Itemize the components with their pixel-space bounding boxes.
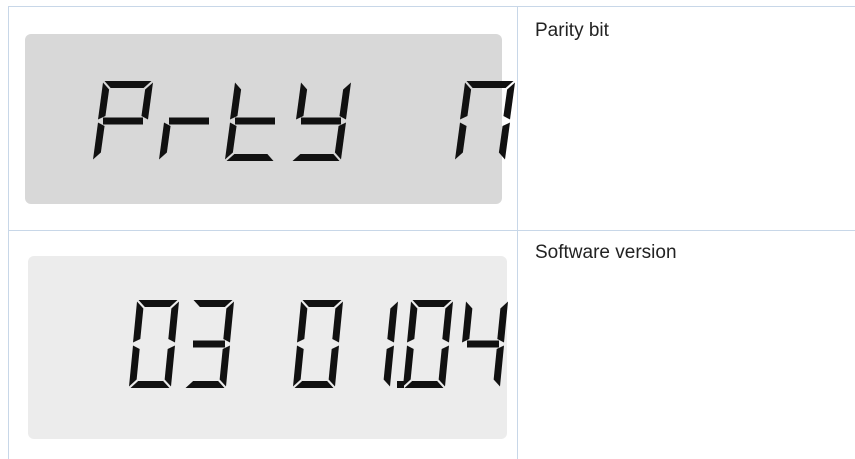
parity-digit-4-seg-a [466, 81, 514, 88]
parity-digit-3-seg-f [296, 82, 308, 120]
version-digit-5-seg-c [493, 345, 504, 387]
version-digit-5-seg-f [462, 301, 473, 343]
version-digit-5-seg-g [467, 340, 499, 348]
parity-digit-2-seg-e [225, 122, 237, 160]
version-digit-0-seg-f [133, 301, 144, 343]
version-digit-3-seg-c [383, 345, 394, 387]
parity-digit-0-seg-f [98, 82, 110, 120]
version-digit-4-seg-c [438, 345, 449, 387]
parameter-table: PrtY n Parity bit 03 01.04 Software vers… [0, 0, 855, 459]
version-digit-1-seg-b [223, 301, 234, 343]
parity-digit-1-seg-e [159, 122, 171, 160]
parity-digit-3-seg-c [334, 122, 346, 160]
version-digit-2-seg-c [328, 345, 339, 387]
version-digit-0-seg-c [164, 345, 175, 387]
version-digit-4-seg-f [407, 301, 418, 343]
version-digit-0-seg-b [168, 301, 179, 343]
parity-digit-4-seg-c [498, 122, 510, 160]
version-digit-4-seg-d [404, 381, 444, 388]
lcd-display-version-graphic [129, 300, 508, 388]
parity-digit-4-seg-e [455, 122, 467, 160]
version-digit-1-seg-a [193, 300, 233, 307]
parity-digit-3-seg-b [339, 82, 351, 120]
table-row-divider [8, 230, 855, 231]
parity-digit-1-seg-g [169, 117, 209, 125]
parity-digit-2-seg-d [226, 154, 274, 161]
version-digit-2-seg-f [297, 301, 308, 343]
version-digit-2-seg-e [293, 345, 304, 387]
lcd-display-version: 03 01.04 [28, 256, 508, 439]
parity-digit-4-seg-b [503, 82, 515, 120]
version-digit-0-seg-e [129, 345, 140, 387]
parity-digit-2-seg-g [235, 117, 275, 125]
version-digit-1-seg-g [193, 340, 225, 348]
version-digit-1-seg-d [185, 381, 225, 388]
table-column-divider [517, 6, 518, 459]
parity-digit-3-seg-d [292, 154, 340, 161]
version-digit-0-seg-d [130, 381, 170, 388]
version-description: Software version [535, 242, 677, 263]
lcd-segments-version [129, 300, 508, 388]
parity-digit-3-seg-g [301, 117, 341, 125]
version-digit-4-seg-e [403, 345, 414, 387]
lcd-display-parity: PrtY n [25, 34, 515, 204]
table-left-border [8, 6, 9, 459]
version-digit-4-seg-b [442, 301, 453, 343]
version-digit-2-seg-a [302, 300, 342, 307]
table-top-border [8, 6, 855, 7]
parity-digit-0-seg-a [104, 81, 152, 88]
version-digit-2-seg-d [294, 381, 334, 388]
parity-digit-0-seg-g [103, 117, 143, 125]
lcd-segments-parity [93, 81, 515, 161]
version-digit-2-seg-b [332, 301, 343, 343]
parity-digit-0-seg-e [93, 122, 105, 160]
version-digit-3-seg-b [387, 301, 398, 343]
parity-digit-0-seg-b [141, 82, 153, 120]
parity-digit-4-seg-f [460, 82, 472, 120]
version-digit-4-seg-a [412, 300, 452, 307]
version-digit-0-seg-a [138, 300, 178, 307]
parity-digit-2-seg-f [230, 82, 242, 120]
parity-description: Parity bit [535, 20, 609, 41]
version-decimal-point [397, 381, 404, 388]
version-digit-5-seg-b [497, 301, 508, 343]
version-digit-1-seg-c [219, 345, 230, 387]
lcd-display-parity-graphic [93, 81, 515, 161]
